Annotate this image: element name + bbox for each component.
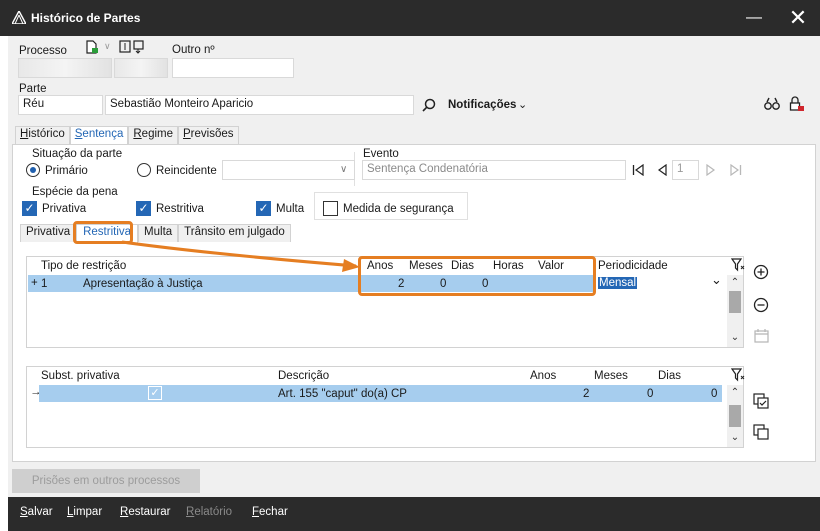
salvar-button[interactable]: Salvar [20, 506, 53, 518]
reincidente-label: Reincidente [156, 165, 217, 177]
meses-cell[interactable]: 0 [647, 388, 653, 400]
processo-number-input[interactable] [18, 58, 112, 78]
subst-checkbox[interactable]: ✓ [148, 386, 162, 400]
situacao-title: Situação da parte [32, 148, 123, 160]
tab-previsoes[interactable]: Previsões [178, 126, 239, 144]
close-button[interactable]: ✕ [786, 6, 810, 30]
descricao-cell[interactable]: Art. 155 "caput" do(a) CP [278, 388, 407, 400]
privativa-label: Privativa [42, 203, 87, 215]
filter-icon[interactable] [731, 258, 745, 272]
medida-seguranca-label: Medida de segurança [343, 203, 454, 215]
parte-nome-field[interactable]: Sebastião Monteiro Aparicio [105, 95, 414, 115]
multa-label: Multa [276, 203, 305, 215]
especie-title: Espécie da pena [32, 186, 118, 198]
tab-sentenca[interactable]: Sentença [69, 126, 129, 145]
row-marker: + [31, 277, 38, 289]
col-anos[interactable]: Anos [530, 370, 556, 382]
scroll-down-icon[interactable]: ⌄ [727, 431, 743, 445]
subtab-privativa[interactable]: Privativa [20, 224, 77, 242]
title-bar: Histórico de Partes — ✕ [0, 0, 820, 36]
search-icon[interactable] [422, 98, 436, 112]
multa-checkbox[interactable]: ✓ [256, 201, 271, 216]
last-record-icon[interactable] [730, 164, 742, 176]
chevron-down-icon[interactable]: ⌄ [518, 98, 527, 111]
reincidente-select[interactable] [222, 160, 355, 180]
processo-number-part2[interactable] [114, 58, 168, 78]
col-dias[interactable]: Dias [658, 370, 681, 382]
outro-numero-label: Outro nº [172, 44, 215, 56]
new-document-icon[interactable] [85, 40, 99, 54]
periodicidade-select[interactable]: Mensal [598, 277, 638, 289]
row-number: 1 [41, 278, 48, 290]
restaurar-button[interactable]: Restaurar [120, 506, 171, 518]
outro-numero-input[interactable] [172, 58, 294, 78]
restritiva-checkbox[interactable]: ✓ [136, 201, 151, 216]
evento-label: Evento [363, 148, 399, 160]
medida-seguranca-checkbox[interactable] [323, 201, 338, 216]
restritiva-label: Restritiva [156, 203, 204, 215]
scroll-thumb[interactable] [729, 405, 741, 427]
window-title: Histórico de Partes [31, 11, 141, 25]
relatorio-button[interactable]: Relatório [186, 506, 232, 518]
evento-field[interactable]: Sentença Condenatória [362, 160, 626, 180]
action-bar: Salvar Limpar Restaurar Relatório Fechar [8, 497, 820, 531]
processo-label: Processo [19, 45, 67, 57]
col-subst-privativa[interactable]: Subst. privativa [41, 370, 120, 382]
col-tipo-restricao[interactable]: Tipo de restrição [41, 260, 126, 272]
annotation-highlight-columns [358, 256, 596, 296]
scroll-up-icon[interactable]: ⌃ [727, 276, 743, 290]
parte-tipo-field[interactable]: Réu [18, 95, 103, 115]
primario-radio[interactable] [26, 163, 40, 177]
document-actions-icon[interactable] [119, 40, 147, 54]
scroll-down-icon[interactable]: ⌄ [727, 331, 743, 345]
dias-cell[interactable]: 0 [711, 388, 717, 400]
binoculars-icon[interactable] [764, 97, 780, 111]
anos-cell[interactable]: 2 [583, 388, 589, 400]
minimize-button[interactable]: — [744, 8, 764, 28]
copy-icon[interactable] [753, 424, 769, 440]
calendar-icon[interactable] [754, 328, 769, 343]
previous-record-icon[interactable] [657, 164, 667, 176]
primario-label: Primário [45, 165, 88, 177]
next-record-icon[interactable] [706, 164, 716, 176]
scroll-up-icon[interactable]: ⌃ [727, 386, 743, 400]
subst-scrollbar[interactable]: ⌃ ⌄ [727, 385, 743, 447]
notificacoes-button[interactable]: Notificações [448, 99, 516, 111]
limpar-button[interactable]: Limpar [67, 506, 102, 518]
chevron-down-icon[interactable]: ∨ [104, 41, 111, 52]
annotation-arrow [121, 240, 360, 272]
col-descricao[interactable]: Descrição [278, 370, 329, 382]
fechar-button[interactable]: Fechar [252, 506, 288, 518]
copy-check-icon[interactable] [753, 393, 769, 409]
record-number-field[interactable]: 1 [672, 160, 699, 180]
restricao-scrollbar[interactable]: ⌃ ⌄ [727, 275, 743, 347]
tab-regime[interactable]: Regime [128, 126, 178, 144]
scroll-thumb[interactable] [729, 291, 741, 313]
add-circle-icon[interactable] [753, 264, 769, 280]
first-record-icon[interactable] [632, 164, 644, 176]
main-tabs: Histórico Sentença Regime Previsões [15, 126, 239, 145]
reincidente-radio[interactable] [137, 163, 151, 177]
col-meses[interactable]: Meses [594, 370, 628, 382]
chevron-down-icon[interactable]: ∨ [340, 164, 347, 175]
subst-grid [26, 366, 744, 448]
parte-label: Parte [19, 83, 47, 95]
remove-circle-icon[interactable] [753, 297, 769, 313]
privativa-checkbox[interactable]: ✓ [22, 201, 37, 216]
filter-icon[interactable] [731, 368, 745, 382]
tab-historico[interactable]: Histórico [15, 126, 70, 144]
app-logo-icon [12, 11, 26, 24]
prisoes-outros-processos-button[interactable]: Prisões em outros processos [12, 469, 200, 493]
lock-document-icon[interactable] [789, 96, 805, 112]
tipo-restricao-cell[interactable]: Apresentação à Justiça [83, 278, 203, 290]
col-periodicidade[interactable]: Periodicidade [598, 260, 668, 272]
chevron-down-icon[interactable]: ⌄ [711, 272, 722, 288]
